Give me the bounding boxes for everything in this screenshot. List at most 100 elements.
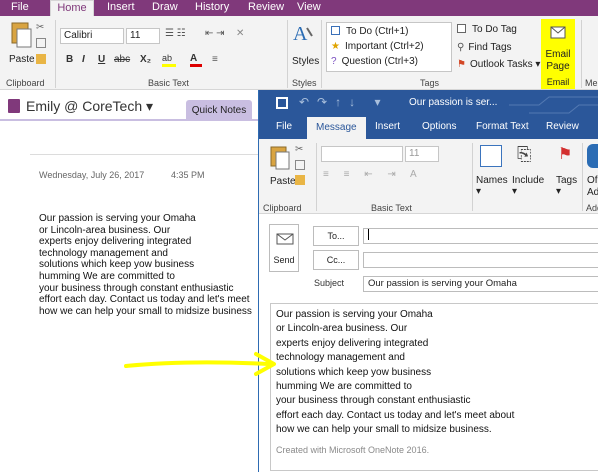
cut-icon[interactable]: ✂: [36, 22, 48, 33]
ol-clipboard-group-label: Clipboard: [263, 203, 302, 213]
page-date: Wednesday, July 26, 2017: [39, 170, 145, 180]
cc-field[interactable]: [363, 252, 598, 268]
annotation-arrow: [124, 352, 276, 376]
ol-add-group-label: Add: [586, 203, 598, 213]
ol-tab-options[interactable]: Options: [422, 121, 456, 132]
tag-important[interactable]: ★ Important (Ctrl+2): [331, 40, 424, 53]
separator: [581, 20, 582, 88]
paste-icon: [270, 146, 290, 170]
quick-access-icons[interactable]: ↶↷↑↓ ▾: [299, 95, 388, 109]
tab-insert[interactable]: Insert: [107, 0, 135, 16]
copy-icon[interactable]: [36, 38, 46, 48]
tag-question[interactable]: ? Question (Ctrl+3): [331, 55, 418, 68]
clear-format-icon[interactable]: ✕: [236, 28, 244, 39]
tab-view[interactable]: View: [297, 0, 321, 16]
meetings-group-label: Me: [585, 78, 598, 88]
flag-icon[interactable]: ⚑: [558, 144, 576, 168]
attach-icon[interactable]: ⎘: [517, 144, 535, 168]
page-time: 4:35 PM: [171, 170, 205, 180]
separator: [316, 143, 317, 211]
align-icon[interactable]: ≡: [212, 54, 218, 65]
format-painter-icon[interactable]: [36, 54, 46, 64]
circuit-decoration: [509, 95, 598, 115]
save-icon[interactable]: [276, 97, 288, 109]
notebook-name[interactable]: Emily @ CoreTech ▾: [26, 98, 153, 115]
format-painter-icon[interactable]: [295, 175, 305, 185]
outlook-message-window: ↶↷↑↓ ▾ Our passion is ser... File Messag…: [258, 90, 598, 472]
strikethrough-icon[interactable]: abc: [114, 54, 130, 66]
cc-button[interactable]: Cc...: [313, 250, 359, 270]
ol-tab-file[interactable]: File: [276, 121, 292, 132]
onenote-signature: Created with Microsoft OneNote 2016.: [276, 445, 430, 455]
arrow-shaft: [124, 360, 270, 368]
italic-icon[interactable]: I: [82, 54, 85, 66]
find-tags-button[interactable]: ⚲ Find Tags: [457, 41, 512, 54]
window-title: Our passion is ser...: [409, 97, 498, 108]
todo-tag-button[interactable]: To Do Tag: [457, 23, 517, 36]
search-icon: ⚲: [457, 42, 465, 53]
office-addins-label[interactable]: Of Ad: [587, 175, 598, 199]
message-body[interactable]: Our passion is serving your Omaha or Lin…: [270, 303, 598, 471]
note-text[interactable]: Our passion is serving your Omaha or Lin…: [39, 213, 279, 317]
bullets-icon[interactable]: ☰ ☷: [165, 28, 201, 42]
tab-file[interactable]: File: [11, 0, 29, 16]
separator: [321, 20, 322, 88]
to-field[interactable]: [363, 228, 598, 244]
ol-tab-insert[interactable]: Insert: [375, 121, 400, 132]
names-icon[interactable]: [480, 145, 502, 167]
tab-home[interactable]: Home: [50, 0, 94, 16]
question-icon: ?: [331, 56, 337, 67]
send-label: Send: [273, 255, 295, 265]
email-page-button[interactable]: Email Page Email: [541, 19, 575, 89]
tab-draw[interactable]: Draw: [152, 0, 178, 16]
ol-tab-review[interactable]: Review: [546, 121, 579, 132]
bold-icon[interactable]: B: [66, 54, 73, 66]
ol-font-name-box[interactable]: [321, 146, 403, 162]
checkbox-icon: [457, 24, 466, 33]
font-size-box[interactable]: 11: [126, 28, 160, 44]
notebook-icon: [8, 99, 20, 113]
copy-icon[interactable]: [295, 160, 305, 170]
indent-icon[interactable]: ⇤ ⇥: [205, 28, 237, 42]
font-name-box[interactable]: Calibri: [60, 28, 124, 44]
send-button[interactable]: Send: [269, 224, 299, 272]
names-label[interactable]: Names ▾: [476, 175, 508, 197]
clipboard-group-label: Clipboard: [6, 78, 45, 88]
tag-todo[interactable]: To Do (Ctrl+1): [331, 25, 409, 38]
svg-text:A: A: [293, 23, 308, 45]
styles-icon[interactable]: A: [292, 22, 314, 46]
tab-review[interactable]: Review: [248, 0, 284, 16]
ol-font-size-box[interactable]: 11: [405, 146, 439, 162]
onenote-ribbon: Paste ✂ Clipboard Calibri 11 ☰ ☷ ⇤ ⇥ ✕ B…: [0, 16, 598, 90]
outlook-tasks-button[interactable]: ⚑ Outlook Tasks ▾: [457, 58, 540, 71]
email-page-label: Email Page: [545, 49, 571, 72]
to-button[interactable]: To...: [313, 226, 359, 246]
separator: [472, 143, 473, 211]
separator: [287, 20, 288, 88]
styles-label[interactable]: Styles: [292, 56, 319, 67]
email-icon: [550, 26, 566, 39]
subject-field[interactable]: Our passion is serving your Omaha: [363, 276, 598, 292]
tags-label[interactable]: Tags ▾: [556, 175, 577, 197]
send-icon: [276, 233, 294, 245]
title-line: [30, 154, 260, 155]
office-addins-icon[interactable]: [587, 144, 598, 168]
subscript-icon[interactable]: X₂: [140, 54, 151, 66]
cut-icon[interactable]: ✂: [295, 144, 303, 155]
paste-icon: [11, 22, 32, 48]
tab-history[interactable]: History: [195, 0, 229, 16]
ol-basic-text-group-label: Basic Text: [371, 203, 412, 213]
message-body-text[interactable]: Our passion is serving your Omaha or Lin…: [276, 308, 514, 438]
onenote-tab-bar: File Home Insert Draw History Review Vie…: [0, 0, 598, 16]
include-label[interactable]: Include ▾: [512, 175, 544, 197]
underline-icon[interactable]: U: [98, 54, 105, 66]
ol-paste-button[interactable]: [268, 144, 292, 172]
font-color-icon[interactable]: A: [190, 53, 202, 67]
paste-label: Paste: [9, 54, 35, 65]
basic-text-group-label: Basic Text: [148, 78, 189, 88]
ol-format-icons[interactable]: ≡ ≡ ⇤ ⇥ A: [323, 169, 473, 181]
ol-tab-message[interactable]: Message: [307, 117, 366, 139]
ol-tab-format-text[interactable]: Format Text: [476, 121, 529, 132]
highlight-icon[interactable]: ab: [162, 53, 176, 67]
paste-button[interactable]: [8, 20, 34, 50]
